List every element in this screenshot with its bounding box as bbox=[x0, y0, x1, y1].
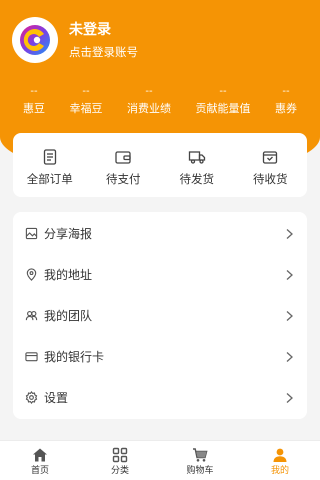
tab-home[interactable]: 首页 bbox=[0, 441, 80, 480]
cart-icon bbox=[193, 448, 208, 462]
menu-label: 我的银行卡 bbox=[44, 350, 105, 364]
chevron-right-icon bbox=[286, 392, 293, 403]
grid-icon bbox=[112, 447, 128, 463]
stat-label: 贡献能量值 bbox=[195, 102, 251, 115]
profile-login[interactable]: 未登录 点击登录账号 bbox=[12, 17, 138, 63]
stat-huidou[interactable]: -- 惠豆 bbox=[23, 86, 45, 116]
tab-label: 我的 bbox=[270, 466, 289, 476]
stat-value: -- bbox=[82, 86, 90, 97]
gear-icon bbox=[25, 391, 38, 404]
bottom-tab-bar: 首页 分类 购物车 我的 bbox=[0, 440, 320, 480]
chevron-right-icon bbox=[286, 310, 293, 321]
tab-mine[interactable]: 我的 bbox=[240, 441, 320, 480]
chevron-right-icon bbox=[286, 269, 293, 280]
stat-consumption[interactable]: -- 消费业绩 bbox=[127, 86, 171, 116]
stat-xingfudou[interactable]: -- 幸福豆 bbox=[70, 86, 103, 116]
menu-item-bank-card[interactable]: 我的银行卡 bbox=[13, 336, 307, 377]
bank-card-icon bbox=[25, 352, 38, 362]
order-pending-payment-button[interactable]: 待支付 bbox=[87, 133, 161, 197]
tab-label: 首页 bbox=[30, 466, 49, 476]
app-logo-icon bbox=[20, 25, 50, 55]
stat-label: 惠券 bbox=[275, 102, 297, 115]
stats-row: -- 惠豆 -- 幸福豆 -- 消费业绩 -- 贡献能量值 -- 惠券 bbox=[0, 86, 320, 120]
tab-cart[interactable]: 购物车 bbox=[160, 441, 240, 480]
team-icon bbox=[25, 311, 38, 321]
menu-item-settings[interactable]: 设置 bbox=[13, 377, 307, 418]
menu-label: 我的地址 bbox=[44, 268, 93, 282]
document-icon bbox=[43, 149, 56, 165]
home-icon bbox=[33, 448, 47, 462]
poster-icon bbox=[25, 227, 38, 240]
order-label: 全部订单 bbox=[26, 172, 73, 186]
chevron-right-icon bbox=[286, 228, 293, 239]
menu-item-address[interactable]: 我的地址 bbox=[13, 254, 307, 295]
order-label: 待收货 bbox=[253, 172, 288, 186]
person-icon bbox=[273, 448, 287, 462]
login-prompt[interactable]: 点击登录账号 bbox=[69, 44, 138, 60]
stat-label: 惠豆 bbox=[23, 102, 45, 115]
wallet-icon bbox=[115, 151, 131, 164]
menu-label: 分享海报 bbox=[44, 227, 93, 241]
tab-label: 分类 bbox=[110, 466, 129, 476]
order-label: 待支付 bbox=[106, 172, 141, 186]
menu-item-share-poster[interactable]: 分享海报 bbox=[13, 213, 307, 254]
menu-label: 我的团队 bbox=[44, 309, 93, 323]
tab-category[interactable]: 分类 bbox=[80, 441, 160, 480]
tab-label: 购物车 bbox=[186, 466, 214, 476]
avatar[interactable] bbox=[12, 17, 58, 63]
user-name: 未登录 bbox=[69, 22, 111, 38]
location-icon bbox=[26, 268, 37, 281]
menu-card: 分享海报 我的地址 我的团队 我的银行卡 设置 bbox=[13, 212, 307, 419]
stat-label: 消费业绩 bbox=[127, 102, 171, 115]
stat-energy[interactable]: -- 贡献能量值 bbox=[196, 86, 251, 116]
order-pending-receipt-button[interactable]: 待收货 bbox=[234, 133, 308, 197]
orders-card: 全部订单 待支付 待发货 待收货 bbox=[13, 133, 307, 197]
stat-label: 幸福豆 bbox=[69, 102, 103, 115]
chevron-right-icon bbox=[286, 351, 293, 362]
box-icon bbox=[263, 151, 278, 164]
menu-label: 设置 bbox=[44, 391, 69, 405]
order-all-button[interactable]: 全部订单 bbox=[13, 133, 87, 197]
menu-item-team[interactable]: 我的团队 bbox=[13, 295, 307, 336]
stat-value: -- bbox=[30, 86, 38, 97]
stat-coupon[interactable]: -- 惠券 bbox=[275, 86, 297, 116]
order-label: 待发货 bbox=[179, 172, 215, 186]
truck-icon bbox=[188, 151, 205, 164]
order-pending-shipment-button[interactable]: 待发货 bbox=[160, 133, 234, 197]
stat-value: -- bbox=[145, 86, 153, 97]
stat-value: -- bbox=[282, 86, 290, 97]
stat-value: -- bbox=[219, 86, 227, 97]
